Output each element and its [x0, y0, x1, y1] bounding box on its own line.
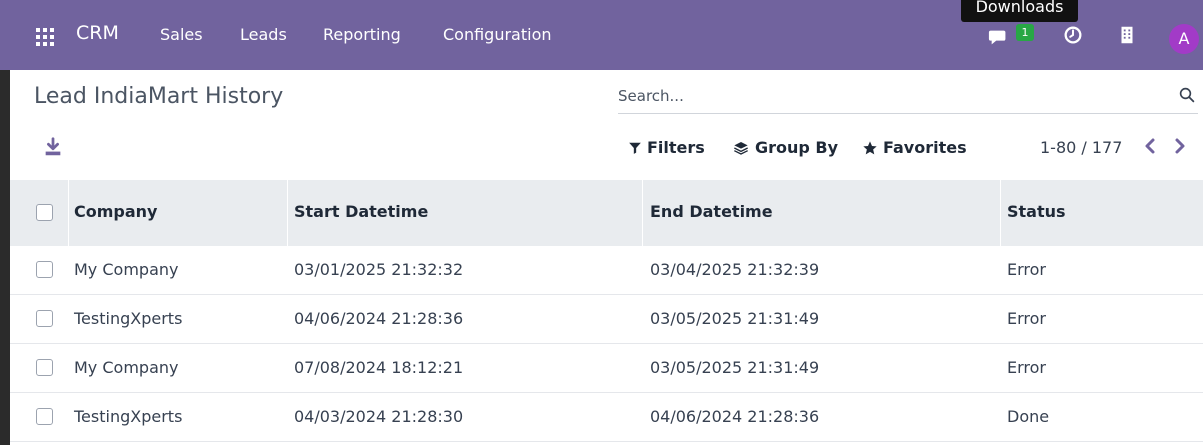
- layers-icon: [734, 141, 748, 155]
- cell-start-datetime: 03/01/2025 21:32:32: [294, 260, 464, 279]
- column-separator: [287, 180, 288, 246]
- column-header-end-datetime[interactable]: End Datetime: [650, 202, 773, 221]
- download-icon[interactable]: [42, 136, 64, 158]
- search-bar: [618, 80, 1198, 114]
- menu-sales[interactable]: Sales: [160, 25, 203, 44]
- menu-configuration[interactable]: Configuration: [443, 25, 552, 44]
- search-icon[interactable]: [1178, 86, 1196, 104]
- cell-status: Error: [1007, 260, 1046, 279]
- apps-menu-icon[interactable]: [36, 28, 54, 46]
- column-separator: [68, 180, 69, 246]
- group-by-label: Group By: [755, 138, 839, 157]
- favorites-button[interactable]: Favorites: [862, 138, 967, 157]
- search-input[interactable]: [618, 82, 1158, 110]
- activity-clock-icon[interactable]: [1062, 24, 1084, 46]
- row-checkbox[interactable]: [36, 359, 53, 376]
- messages-badge: 1: [1016, 24, 1034, 41]
- filter-icon: [629, 142, 641, 154]
- cell-status: Error: [1007, 309, 1046, 328]
- cell-status: Error: [1007, 358, 1046, 377]
- table-row[interactable]: TestingXperts 04/06/2024 21:28:36 03/05/…: [10, 295, 1203, 344]
- filters-label: Filters: [647, 138, 705, 157]
- cell-start-datetime: 07/08/2024 18:12:21: [294, 358, 464, 377]
- table-row[interactable]: My Company 07/08/2024 18:12:21 03/05/202…: [10, 344, 1203, 393]
- column-separator: [642, 180, 643, 246]
- cell-end-datetime: 03/04/2025 21:32:39: [650, 260, 820, 279]
- column-separator: [1000, 180, 1001, 246]
- menu-leads[interactable]: Leads: [240, 25, 287, 44]
- pager-next-icon[interactable]: [1172, 136, 1188, 156]
- column-header-company[interactable]: Company: [74, 202, 157, 221]
- user-avatar[interactable]: A: [1169, 24, 1199, 54]
- row-checkbox[interactable]: [36, 261, 53, 278]
- cell-company: My Company: [74, 358, 179, 377]
- cell-company: TestingXperts: [74, 309, 183, 328]
- cell-end-datetime: 03/05/2025 21:31:49: [650, 309, 820, 328]
- app-brand[interactable]: CRM: [76, 22, 119, 44]
- column-header-status[interactable]: Status: [1007, 202, 1066, 221]
- page-title: Lead IndiaMart History: [34, 84, 284, 109]
- row-checkbox[interactable]: [36, 310, 53, 327]
- pager-previous-icon[interactable]: [1142, 136, 1158, 156]
- menu-reporting[interactable]: Reporting: [323, 25, 401, 44]
- table-row[interactable]: My Company 03/01/2025 21:32:32 03/04/202…: [10, 246, 1203, 295]
- cell-end-datetime: 03/05/2025 21:31:49: [650, 358, 820, 377]
- favorites-label: Favorites: [883, 138, 967, 157]
- filters-button[interactable]: Filters: [628, 138, 705, 157]
- messages-icon[interactable]: [988, 26, 1010, 48]
- downloads-tooltip: Downloads: [961, 0, 1078, 22]
- pager-value[interactable]: 1-80 / 177: [1040, 138, 1122, 157]
- column-header-start-datetime[interactable]: Start Datetime: [294, 202, 428, 221]
- cell-start-datetime: 04/06/2024 21:28:36: [294, 309, 464, 328]
- table-row[interactable]: TestingXperts 04/03/2024 21:28:30 04/06/…: [10, 393, 1203, 442]
- group-by-button[interactable]: Group By: [732, 138, 838, 157]
- cell-status: Done: [1007, 407, 1050, 426]
- company-building-icon[interactable]: [1116, 24, 1138, 46]
- select-all-checkbox[interactable]: [36, 204, 53, 221]
- cell-company: TestingXperts: [74, 407, 183, 426]
- row-checkbox[interactable]: [36, 408, 53, 425]
- star-icon: [863, 140, 877, 154]
- cell-company: My Company: [74, 260, 179, 279]
- cell-end-datetime: 04/06/2024 21:28:36: [650, 407, 820, 426]
- left-edge-bar: [0, 70, 10, 445]
- cell-start-datetime: 04/03/2024 21:28:30: [294, 407, 464, 426]
- table-header: Company Start Datetime End Datetime Stat…: [10, 180, 1203, 246]
